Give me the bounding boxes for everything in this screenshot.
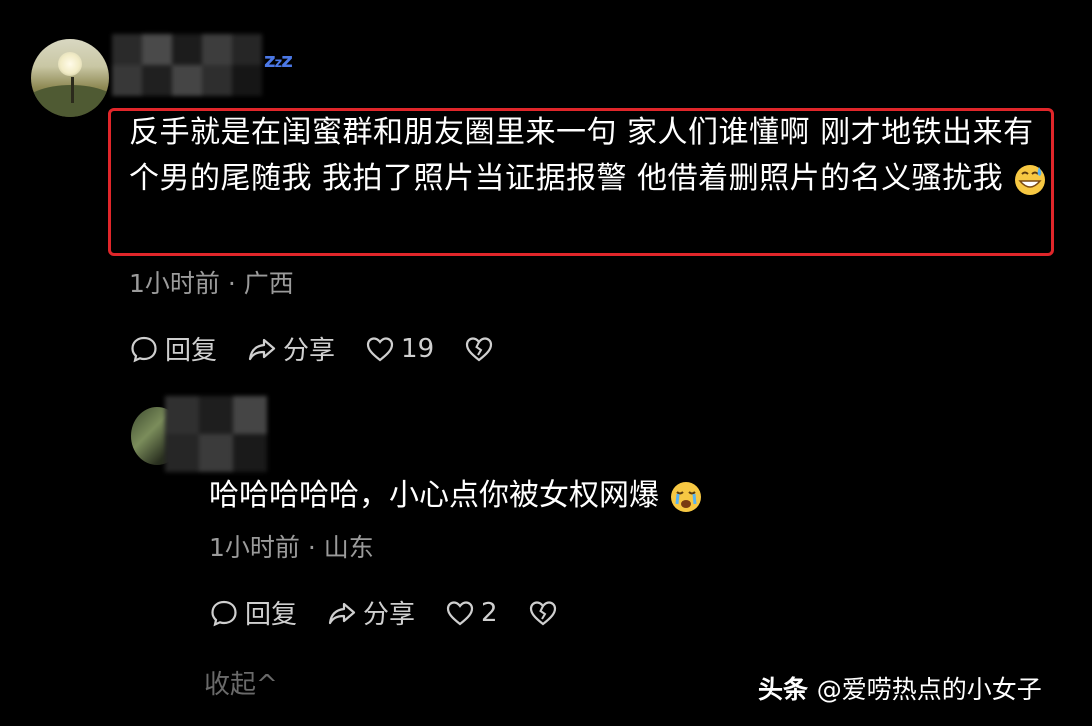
comment-meta: 1小时前 · 广西 [129,269,294,298]
reply-text: 哈哈哈哈哈，小心点你被女权网爆 [209,474,703,518]
reply-dislike-button[interactable] [528,598,564,628]
share-button[interactable]: 分享 [247,330,335,367]
comment-bubble-icon [211,600,237,626]
reply-button[interactable]: 回复 [129,330,217,367]
share-label: 分享 [283,336,336,366]
reply-reply-button[interactable]: 回复 [209,594,297,631]
comment-actions: 回复 分享 19 [129,330,500,367]
avatar[interactable] [31,39,109,117]
sleep-status-icon: zzz [264,48,293,72]
like-count: 2 [481,597,498,628]
grinning-sweat-emoji [1015,164,1046,195]
broken-heart-icon [529,600,556,625]
comment-text: 反手就是在闺蜜群和朋友圈里来一句 家人们谁懂啊 刚才地铁出来有个男的尾随我 我拍… [129,110,1049,202]
collapse-replies-button[interactable]: 收起^ [204,664,278,701]
like-button[interactable]: 19 [365,334,434,364]
reply-label: 回复 [245,600,298,630]
share-arrow-icon [328,602,356,624]
heart-icon [366,336,394,361]
avatar-pole [71,77,74,103]
avatar-hill [31,85,109,117]
like-count: 19 [401,333,435,364]
watermark: 头条 @爱唠热点的小女子 [758,670,1042,706]
watermark-handle: @爱唠热点的小女子 [816,675,1042,704]
reply-actions: 回复 分享 2 [209,594,564,631]
reply-text-content: 哈哈哈哈哈，小心点你被女权网爆 [209,478,659,513]
avatar-sun [58,52,82,76]
share-label: 分享 [363,600,416,630]
crying-emoji [670,481,701,512]
reply-share-button[interactable]: 分享 [327,594,415,631]
broken-heart-icon [466,336,493,361]
heart-icon [446,600,474,625]
reply-username-blurred[interactable] [165,396,267,472]
reply-meta: 1小时前 · 山东 [209,533,374,562]
share-arrow-icon [248,338,276,360]
comment-bubble-icon [131,336,157,362]
username-blurred[interactable] [112,34,262,96]
comment-text-content: 反手就是在闺蜜群和朋友圈里来一句 家人们谁懂啊 刚才地铁出来有个男的尾随我 我拍… [129,115,1034,196]
watermark-brand: 头条 [758,675,809,704]
reply-like-button[interactable]: 2 [445,598,498,628]
reply-label: 回复 [165,336,218,366]
dislike-button[interactable] [464,334,500,364]
